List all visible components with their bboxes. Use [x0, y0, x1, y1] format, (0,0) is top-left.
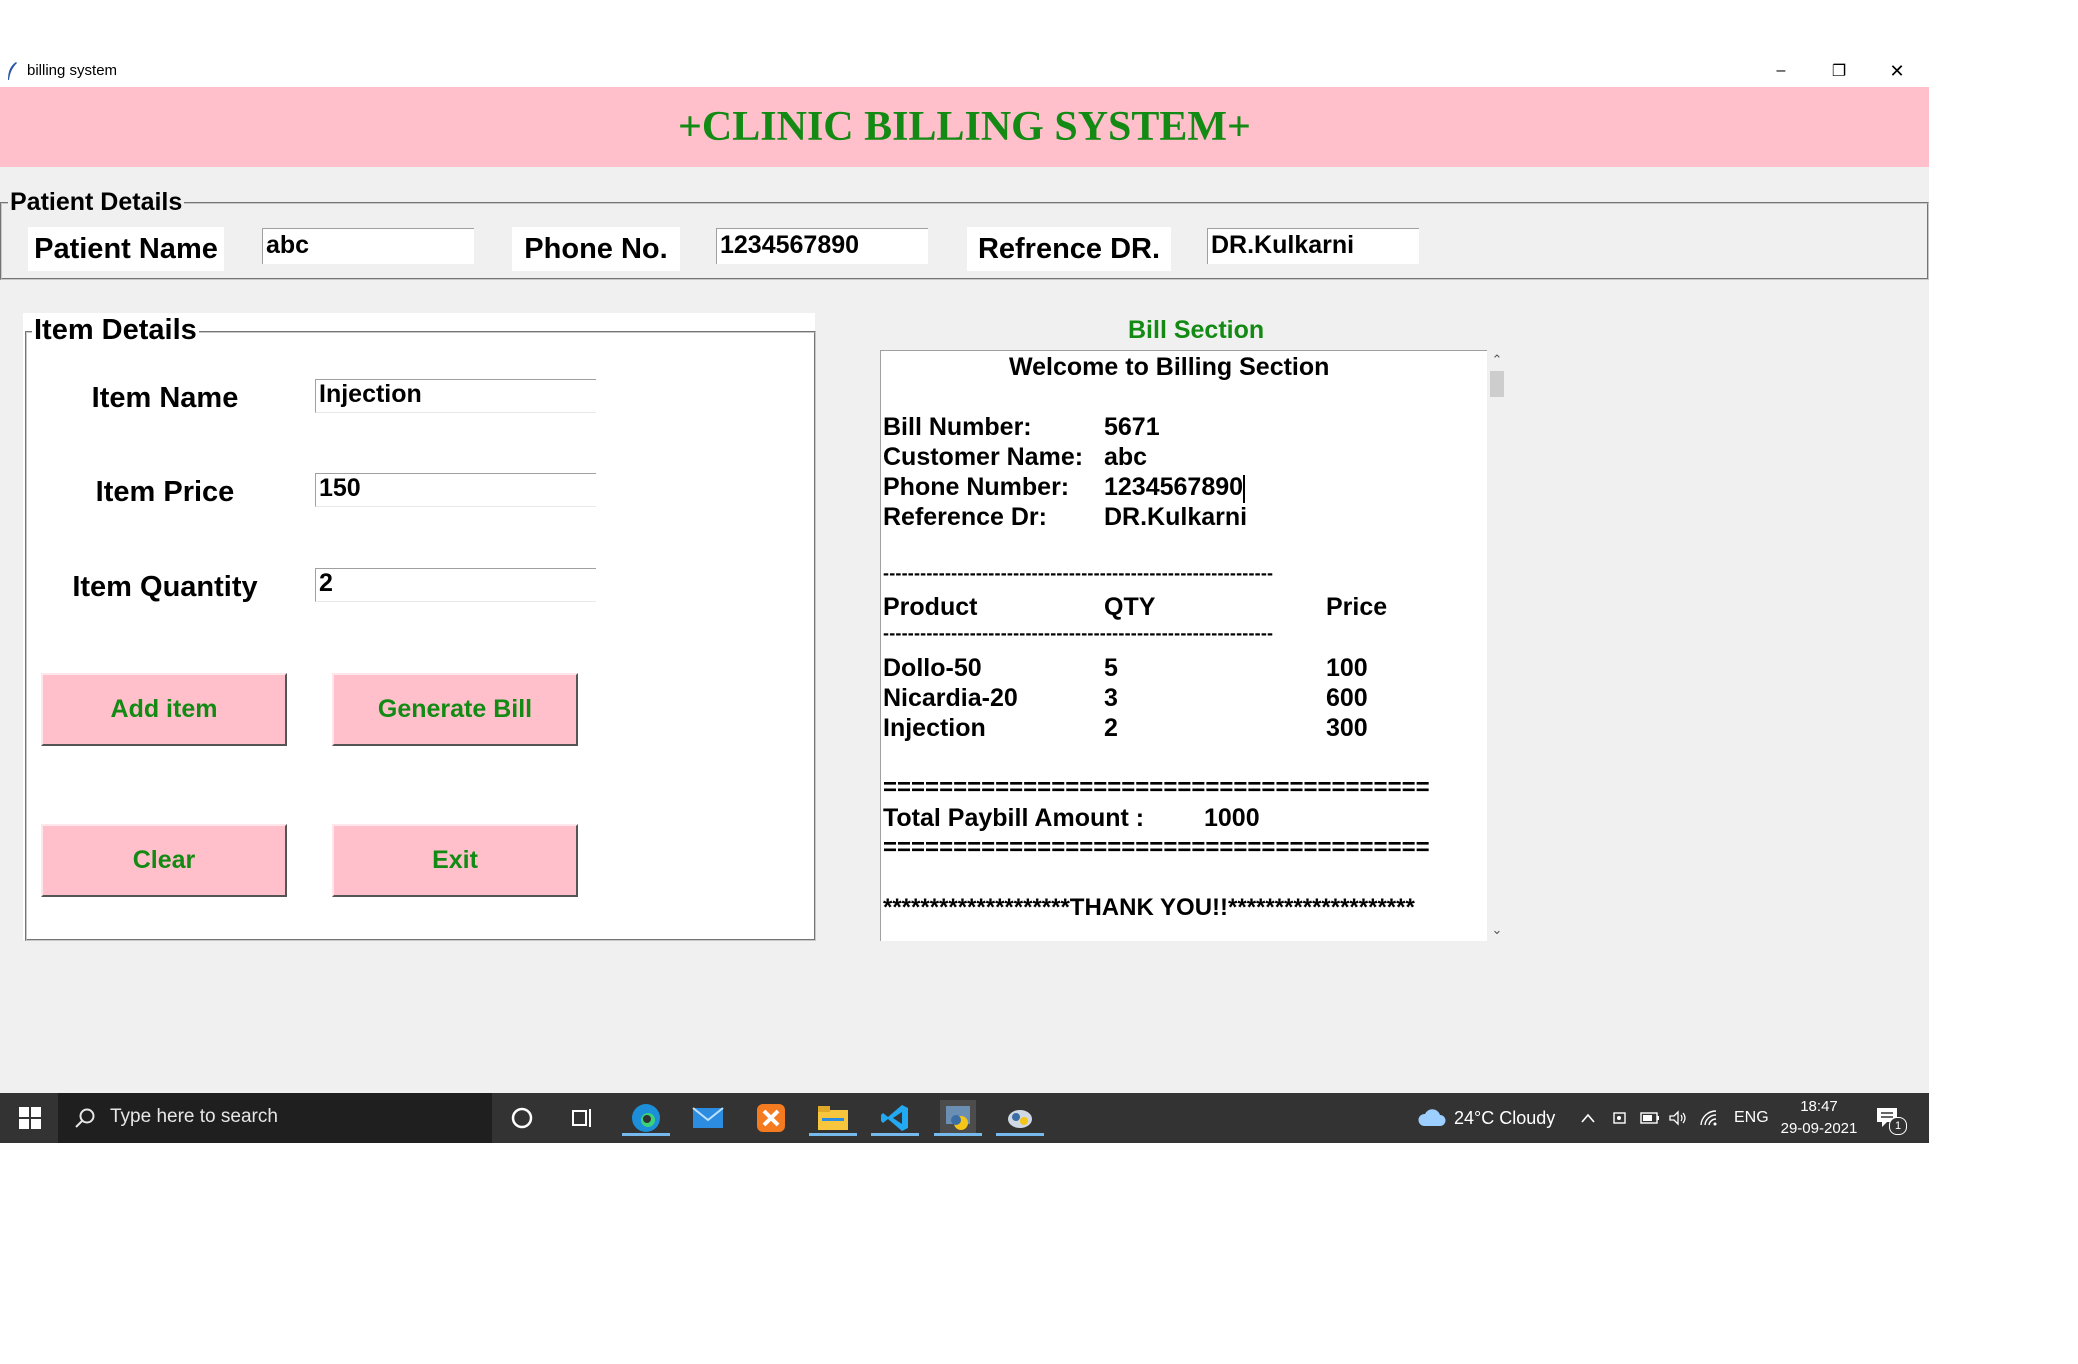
item-name-label: Item Name: [91, 382, 239, 414]
reference-doctor-field[interactable]: DR.Kulkarni: [1207, 228, 1419, 264]
generate-bill-button[interactable]: Generate Bill: [332, 673, 578, 746]
eq-separator: =======================================: [883, 774, 1430, 801]
item-quantity-field[interactable]: 2: [315, 568, 596, 602]
patient-name-label: Patient Name: [28, 227, 224, 271]
bill-welcome: Welcome to Billing Section: [1009, 353, 1330, 381]
bill-row-price: 600: [1326, 684, 1368, 712]
bill-scrollbar[interactable]: ⌃ ⌄: [1487, 350, 1507, 940]
text-cursor: [1243, 475, 1245, 503]
item-price-label: Item Price: [95, 476, 235, 508]
clock[interactable]: 18:47 29-09-2021: [1778, 1093, 1860, 1143]
minimize-button[interactable]: –: [1752, 55, 1810, 87]
reference-doctor-label: Refrence DR.: [967, 227, 1171, 271]
item-price-field[interactable]: 150: [315, 473, 596, 507]
close-button[interactable]: ✕: [1868, 55, 1926, 87]
vscode-icon[interactable]: [871, 1100, 919, 1136]
python-idle-icon[interactable]: [996, 1100, 1044, 1136]
edge-icon[interactable]: [622, 1100, 670, 1136]
bill-row-qty: 2: [1104, 714, 1118, 742]
bill-row-price: 300: [1326, 714, 1368, 742]
bill-phone-label: Phone Number:: [883, 473, 1070, 501]
thank-you-line: ********************THANK YOU!!*********…: [883, 894, 1415, 921]
search-placeholder: Type here to search: [110, 1106, 278, 1127]
column-price: Price: [1326, 593, 1388, 621]
battery-icon[interactable]: [1640, 1093, 1660, 1143]
column-qty: QTY: [1104, 593, 1156, 621]
python-app-icon[interactable]: [934, 1100, 982, 1136]
close-icon: ✕: [1889, 60, 1905, 81]
bill-row-price: 100: [1326, 654, 1368, 682]
active-indicator: [622, 1133, 670, 1136]
bill-number-label: Bill Number:: [883, 413, 1032, 441]
active-indicator: [871, 1133, 919, 1136]
patient-name-field[interactable]: abc: [262, 228, 474, 264]
notification-center[interactable]: 1: [1875, 1093, 1907, 1143]
mail-icon[interactable]: [690, 1100, 726, 1136]
dash-separator: ----------------------------------------…: [883, 623, 1274, 643]
item-name-field[interactable]: Injection: [315, 379, 596, 413]
scroll-thumb[interactable]: [1490, 371, 1504, 397]
meet-now-icon[interactable]: [1612, 1093, 1630, 1143]
title-bar: billing system – ❐ ✕: [0, 55, 1929, 87]
weather-widget[interactable]: 24°C Cloudy: [1418, 1093, 1555, 1143]
item-details-legend: Item Details: [32, 314, 199, 347]
scroll-up-icon[interactable]: ⌃: [1487, 350, 1507, 370]
cloud-icon: [1418, 1109, 1446, 1126]
dash-separator: ----------------------------------------…: [883, 563, 1274, 583]
phone-label: Phone No.: [512, 227, 680, 271]
wifi-icon[interactable]: [1700, 1093, 1720, 1143]
page-title: +CLINIC BILLING SYSTEM+: [677, 104, 1251, 150]
customer-name-value: abc: [1104, 443, 1148, 471]
taskbar: Type here to search 24°C Cloudy ENG 18:4…: [0, 1093, 1929, 1143]
file-explorer-icon[interactable]: [809, 1100, 857, 1136]
windows-start-icon[interactable]: [12, 1100, 48, 1136]
search-icon: [75, 1108, 95, 1128]
add-item-button[interactable]: Add item: [41, 673, 287, 746]
active-indicator: [934, 1133, 982, 1136]
active-indicator: [996, 1133, 1044, 1136]
xampp-icon[interactable]: [753, 1100, 789, 1136]
scroll-down-icon[interactable]: ⌄: [1487, 920, 1507, 940]
notification-badge: 1: [1889, 1117, 1907, 1135]
app-header: +CLINIC BILLING SYSTEM+: [0, 87, 1929, 167]
exit-button[interactable]: Exit: [332, 824, 578, 897]
phone-field[interactable]: 1234567890: [716, 228, 928, 264]
show-hidden-icons[interactable]: [1580, 1093, 1596, 1143]
bill-row-qty: 3: [1104, 684, 1118, 712]
clock-date: 29-09-2021: [1780, 1120, 1858, 1137]
customer-name-label: Customer Name:: [883, 443, 1084, 471]
volume-icon[interactable]: [1668, 1093, 1688, 1143]
bill-row-product: Nicardia-20: [883, 684, 1018, 712]
weather-text: 24°C Cloudy: [1454, 1107, 1556, 1128]
column-product: Product: [883, 593, 978, 621]
maximize-button[interactable]: ❐: [1810, 55, 1868, 87]
bill-row-product: Injection: [883, 714, 986, 742]
minimize-icon: –: [1776, 62, 1786, 79]
bill-textarea[interactable]: Welcome to Billing Section Bill Number: …: [880, 350, 1487, 941]
bill-row-product: Dollo-50: [883, 654, 982, 682]
active-indicator: [809, 1133, 857, 1136]
eq-separator: =======================================: [883, 834, 1430, 861]
total-value: 1000: [1204, 804, 1260, 832]
taskbar-search[interactable]: Type here to search: [58, 1093, 492, 1143]
bill-phone-value: 1234567890: [1104, 473, 1244, 501]
bill-section-title: Bill Section: [1128, 316, 1265, 344]
feather-icon: [8, 62, 17, 80]
window-title: billing system: [27, 62, 118, 79]
clear-button[interactable]: Clear: [41, 824, 287, 897]
cortana-icon[interactable]: [504, 1100, 540, 1136]
patient-details-legend: Patient Details: [8, 188, 185, 217]
chevron-up-icon: [1581, 1113, 1595, 1123]
bill-number-value: 5671: [1104, 413, 1160, 441]
clock-time: 18:47: [1800, 1098, 1838, 1115]
bill-doctor-value: DR.Kulkarni: [1104, 503, 1248, 531]
task-view-icon[interactable]: [565, 1100, 601, 1136]
total-label: Total Paybill Amount :: [883, 804, 1145, 832]
language-indicator[interactable]: ENG: [1734, 1093, 1769, 1143]
bill-doctor-label: Reference Dr:: [883, 503, 1047, 531]
item-quantity-label: Item Quantity: [72, 571, 258, 603]
restore-icon: ❐: [1831, 63, 1847, 80]
bill-row-qty: 5: [1104, 654, 1118, 682]
